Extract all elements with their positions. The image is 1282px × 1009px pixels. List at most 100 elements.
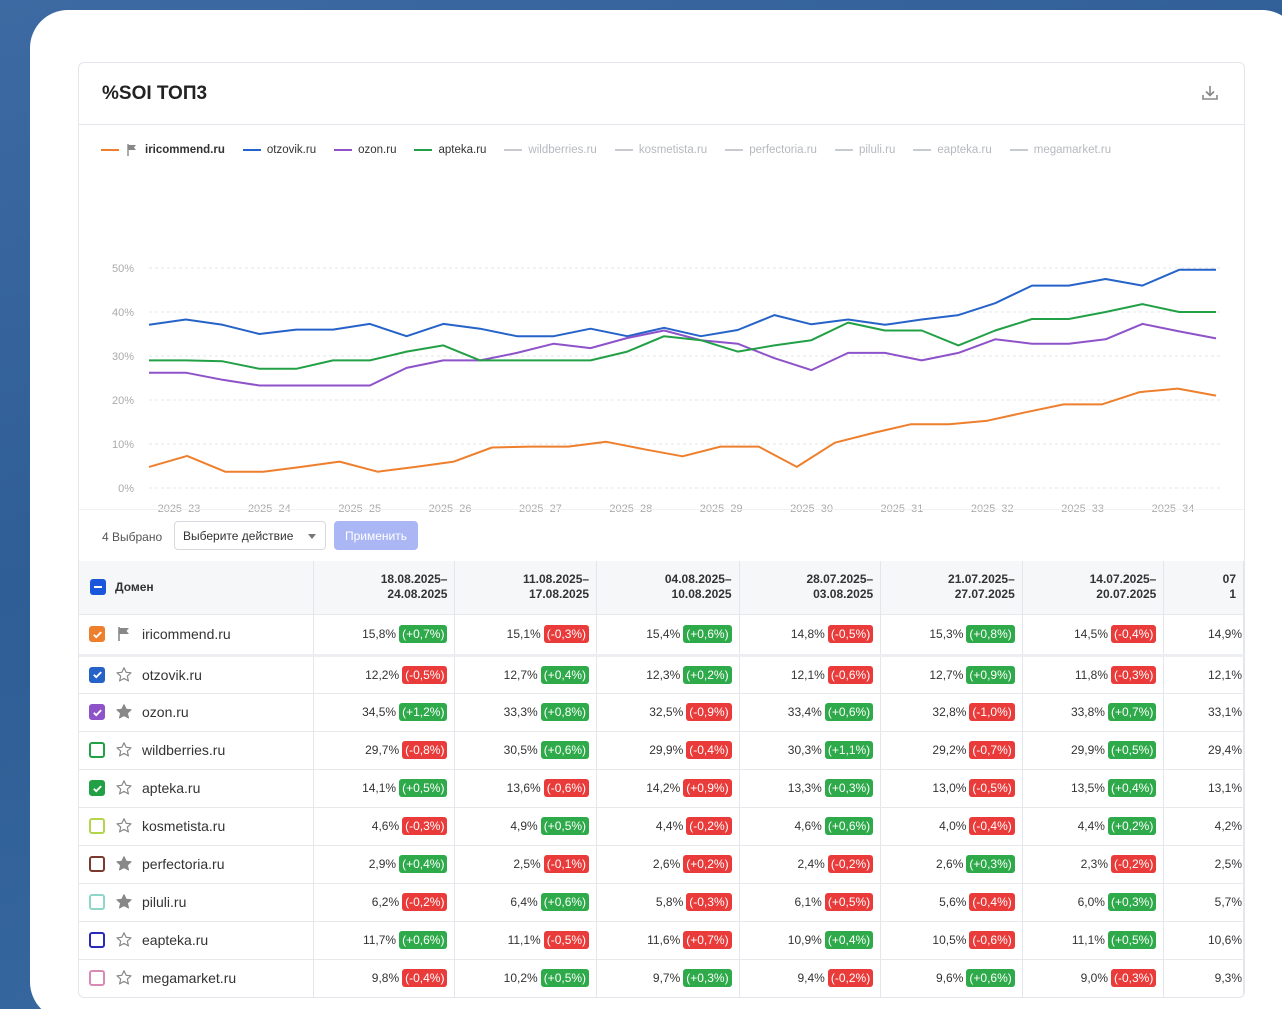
legend-swatch [504,149,523,151]
legend-item-wildberries-ru[interactable]: wildberries.ru [504,144,597,156]
star-outline-icon[interactable] [115,969,133,987]
change-badge: (+0,5%) [399,779,448,797]
date-header-start: 14.07.2025– [1089,572,1157,587]
soi-value: 9,7% [652,971,681,985]
domain-name[interactable]: eapteka.ru [142,932,208,948]
star-outline-icon[interactable] [115,817,133,835]
apply-button[interactable]: Применить [334,521,418,550]
legend-item-kosmetista-ru[interactable]: kosmetista.ru [614,144,707,156]
domain-name[interactable]: wildberries.ru [142,742,225,758]
star-outline-icon[interactable] [115,779,133,797]
date-header[interactable]: 28.07.2025– 03.08.2025 [739,561,882,615]
date-header[interactable]: 21.07.2025– 27.07.2025 [880,561,1023,615]
date-header[interactable]: 18.08.2025– 24.08.2025 [313,561,456,615]
row-checkbox[interactable] [89,970,105,986]
star-outline-icon[interactable] [115,931,133,949]
value-cell: 2,5% [1163,845,1244,884]
legend-item-eapteka-ru[interactable]: eapteka.ru [913,144,992,156]
domain-name[interactable]: kosmetista.ru [142,818,225,834]
legend-label: megamarket.ru [1033,144,1112,156]
legend-item-iricommend-ru[interactable]: iricommend.ru [101,143,225,157]
value-cell: 15,4% (+0,6%) [596,614,740,657]
soi-value: 14,2% [646,781,681,795]
change-badge: (-0,5%) [969,779,1015,797]
star-outline-icon[interactable] [115,666,133,684]
soi-value: 11,8% [1074,667,1108,682]
star-outline-icon[interactable] [115,741,133,759]
flag-icon[interactable] [115,625,133,643]
row-checkbox[interactable] [89,626,105,642]
table-header-row: Домен 18.08.2025– 24.08.2025 11.08.2025– 17… [79,561,1244,615]
domain-cell: wildberries.ru [79,731,314,770]
date-header-start: 07 [1222,572,1236,587]
soi-value: 15,3% [929,627,964,641]
value-cell: 13,3% (+0,3%) [739,769,882,808]
date-header[interactable]: 11.08.2025– 17.08.2025 [454,561,598,615]
date-header[interactable]: 07 1 [1163,561,1244,615]
row-checkbox[interactable] [89,666,105,683]
legend-item-otzovik-ru[interactable]: otzovik.ru [242,144,316,156]
date-header-end: 03.08.2025 [813,587,874,602]
change-badge: (-0,6%) [543,779,590,797]
star-filled-icon[interactable] [115,703,133,721]
domain-name[interactable]: perfectoria.ru [142,856,224,872]
legend-item-piluli-ru[interactable]: piluli.ru [834,144,895,156]
star-filled-icon[interactable] [115,893,133,911]
soi-value: 15,1% [506,627,541,641]
soi-value: 12,1% [790,667,825,682]
change-badge: (-0,5%) [402,665,448,684]
soi-value: 2,9% [368,857,397,871]
soi-value: 5,8% [655,895,684,909]
row-checkbox[interactable] [89,780,105,796]
chart-legend: iricommend.ru otzovik.ru ozon.ru apteka.ru w… [101,143,1111,157]
legend-item-perfectoria-ru[interactable]: perfectoria.ru [725,144,817,156]
star-filled-icon[interactable] [115,855,133,873]
date-header[interactable]: 14.07.2025– 20.07.2025 [1022,561,1165,615]
row-checkbox[interactable] [89,818,105,834]
domain-name[interactable]: megamarket.ru [142,970,236,986]
soi-value: 29,2% [932,743,967,757]
soi-value: 12,3% [646,667,681,682]
date-header-end: 24.08.2025 [387,587,448,602]
value-cell: 15,8% (+0,7%) [313,614,456,657]
domain-name[interactable]: otzovik.ru [142,667,202,683]
soi-value: 14,1% [362,781,397,795]
row-checkbox[interactable] [89,704,105,720]
action-select[interactable]: Выберите действие [174,521,326,550]
select-all-checkbox[interactable] [90,579,106,596]
legend-label: apteka.ru [438,144,487,156]
row-checkbox[interactable] [89,742,105,758]
row-checkbox[interactable] [89,856,105,872]
change-badge: (-0,6%) [827,665,874,684]
domain-name[interactable]: iricommend.ru [142,626,231,642]
domain-cell: kosmetista.ru [79,807,314,846]
domain-name[interactable]: apteka.ru [142,780,200,796]
domain-cell: ozon.ru [79,693,314,732]
row-checkbox[interactable] [89,932,105,948]
value-cell: 5,8% (-0,3%) [596,883,740,922]
change-badge: (+0,6%) [540,893,590,911]
domain-name[interactable]: piluli.ru [142,894,186,910]
value-cell: 2,3% (-0,2%) [1022,845,1165,884]
value-cell: 33,4% (+0,6%) [739,693,882,732]
legend-item-ozon-ru[interactable]: ozon.ru [334,144,396,156]
soi-value: 32,5% [649,705,684,719]
soi-value: 2,6% [652,857,681,871]
value-cell: 13,0% (-0,5%) [880,769,1023,808]
value-cell: 11,1% (-0,5%) [454,921,598,960]
domain-name[interactable]: ozon.ru [142,704,189,720]
date-header[interactable]: 04.08.2025– 10.08.2025 [596,561,740,615]
download-icon[interactable] [1200,83,1220,103]
table-row: apteka.ru 14,1% (+0,5%) 13,6% (-0,6%) 14,2% (+… [79,769,1244,808]
legend-item-apteka-ru[interactable]: apteka.ru [414,144,486,156]
soi-value: 29,9% [1070,743,1105,757]
change-badge: (+0,8%) [540,703,590,721]
soi-value: 11,7% [362,933,397,947]
y-tick-label: 10% [112,439,134,451]
change-badge: (-0,2%) [686,817,732,835]
soi-value: 9,6% [936,971,964,985]
row-checkbox[interactable] [89,894,105,910]
value-cell: 29,2% (-0,7%) [880,731,1023,770]
legend-item-megamarket-ru[interactable]: megamarket.ru [1009,144,1112,156]
legend-label: eapteka.ru [937,144,992,156]
